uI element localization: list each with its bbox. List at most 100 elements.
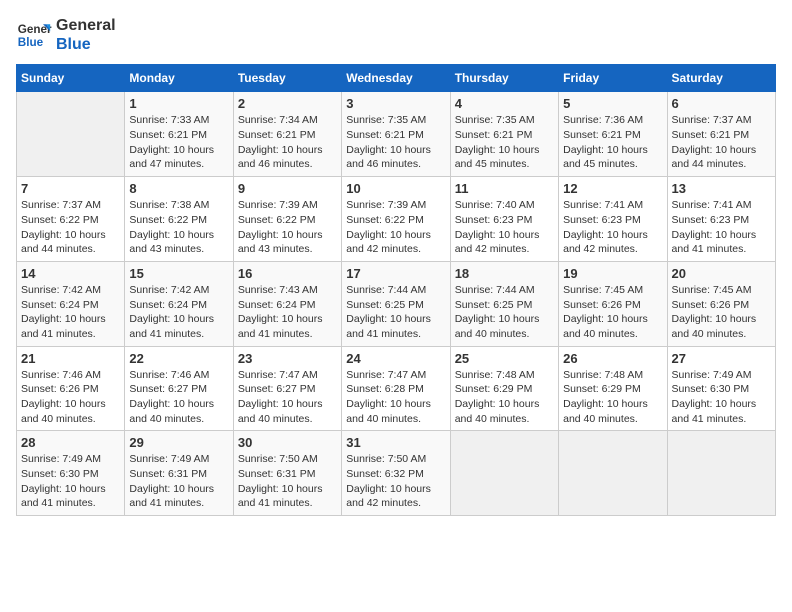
- cell-content: Sunrise: 7:37 AM Sunset: 6:22 PM Dayligh…: [21, 198, 120, 257]
- cell-content: Sunrise: 7:36 AM Sunset: 6:21 PM Dayligh…: [563, 113, 662, 172]
- day-number: 4: [455, 96, 554, 111]
- column-header-wednesday: Wednesday: [342, 65, 450, 92]
- day-number: 25: [455, 351, 554, 366]
- calendar-cell: 1Sunrise: 7:33 AM Sunset: 6:21 PM Daylig…: [125, 92, 233, 177]
- day-number: 10: [346, 181, 445, 196]
- calendar-cell: 14 Sunrise: 7:42 AM Sunset: 6:24 PM Dayli…: [17, 261, 125, 346]
- day-number: 17: [346, 266, 445, 281]
- day-number: 7: [21, 181, 120, 196]
- cell-content: Sunrise: 7:45 AM Sunset: 6:26 PM Dayligh…: [563, 283, 662, 342]
- day-number: 29: [129, 435, 228, 450]
- cell-content: Sunrise: 7:50 AM Sunset: 6:32 PM Dayligh…: [346, 452, 445, 511]
- calendar-cell: 30Sunrise: 7:50 AM Sunset: 6:31 PM Dayli…: [233, 431, 341, 516]
- cell-content: Sunrise: 7:48 AM Sunset: 6:29 PM Dayligh…: [455, 368, 554, 427]
- page-header: General Blue General Blue: [16, 16, 776, 54]
- calendar-cell: 15Sunrise: 7:42 AM Sunset: 6:24 PM Dayli…: [125, 261, 233, 346]
- day-number: 11: [455, 181, 554, 196]
- cell-content: Sunrise: 7:47 AM Sunset: 6:28 PM Dayligh…: [346, 368, 445, 427]
- calendar-cell: 8Sunrise: 7:38 AM Sunset: 6:22 PM Daylig…: [125, 177, 233, 262]
- column-header-friday: Friday: [559, 65, 667, 92]
- cell-content: Sunrise: 7:49 AM Sunset: 6:30 PM Dayligh…: [21, 452, 120, 511]
- calendar-cell: 17 Sunrise: 7:44 AM Sunset: 6:25 PM Dayli…: [342, 261, 450, 346]
- cell-content: Sunrise: 7:41 AM Sunset: 6:23 PM Dayligh…: [563, 198, 662, 257]
- day-number: 26: [563, 351, 662, 366]
- logo-icon: General Blue: [16, 17, 52, 53]
- cell-content: Sunrise: 7:42 AM Sunset: 6:24 PM Dayligh…: [21, 283, 120, 342]
- cell-content: Sunrise: 7:44 AM Sunset: 6:25 PM Dayligh…: [455, 283, 554, 342]
- day-number: 31: [346, 435, 445, 450]
- calendar-cell: 24 Sunrise: 7:47 AM Sunset: 6:28 PM Dayli…: [342, 346, 450, 431]
- calendar-cell: 12 Sunrise: 7:41 AM Sunset: 6:23 PM Dayli…: [559, 177, 667, 262]
- calendar-cell: 16 Sunrise: 7:43 AM Sunset: 6:24 PM Dayli…: [233, 261, 341, 346]
- day-number: 14: [21, 266, 120, 281]
- column-header-thursday: Thursday: [450, 65, 558, 92]
- logo: General Blue General Blue: [16, 16, 116, 54]
- day-number: 2: [238, 96, 337, 111]
- calendar-header-row: SundayMondayTuesdayWednesdayThursdayFrid…: [17, 65, 776, 92]
- day-number: 19: [563, 266, 662, 281]
- cell-content: Sunrise: 7:43 AM Sunset: 6:24 PM Dayligh…: [238, 283, 337, 342]
- calendar-week-2: 7 Sunrise: 7:37 AM Sunset: 6:22 PM Daylig…: [17, 177, 776, 262]
- cell-content: Sunrise: 7:41 AM Sunset: 6:23 PM Dayligh…: [672, 198, 771, 257]
- calendar-cell: 6 Sunrise: 7:37 AM Sunset: 6:21 PM Daylig…: [667, 92, 775, 177]
- day-number: 13: [672, 181, 771, 196]
- calendar-cell: [450, 431, 558, 516]
- cell-content: Sunrise: 7:50 AM Sunset: 6:31 PM Dayligh…: [238, 452, 337, 511]
- calendar-cell: 18 Sunrise: 7:44 AM Sunset: 6:25 PM Dayli…: [450, 261, 558, 346]
- column-header-saturday: Saturday: [667, 65, 775, 92]
- calendar-cell: 26 Sunrise: 7:48 AM Sunset: 6:29 PM Dayli…: [559, 346, 667, 431]
- calendar-cell: 2 Sunrise: 7:34 AM Sunset: 6:21 PM Daylig…: [233, 92, 341, 177]
- cell-content: Sunrise: 7:39 AM Sunset: 6:22 PM Dayligh…: [238, 198, 337, 257]
- day-number: 1: [129, 96, 228, 111]
- day-number: 5: [563, 96, 662, 111]
- calendar-cell: 5 Sunrise: 7:36 AM Sunset: 6:21 PM Daylig…: [559, 92, 667, 177]
- cell-content: Sunrise: 7:46 AM Sunset: 6:26 PM Dayligh…: [21, 368, 120, 427]
- column-header-tuesday: Tuesday: [233, 65, 341, 92]
- calendar-cell: 20Sunrise: 7:45 AM Sunset: 6:26 PM Dayli…: [667, 261, 775, 346]
- calendar-cell: [667, 431, 775, 516]
- column-header-sunday: Sunday: [17, 65, 125, 92]
- calendar-cell: 7 Sunrise: 7:37 AM Sunset: 6:22 PM Daylig…: [17, 177, 125, 262]
- calendar-cell: 11 Sunrise: 7:40 AM Sunset: 6:23 PM Dayli…: [450, 177, 558, 262]
- calendar-week-5: 28 Sunrise: 7:49 AM Sunset: 6:30 PM Dayli…: [17, 431, 776, 516]
- calendar-week-4: 21 Sunrise: 7:46 AM Sunset: 6:26 PM Dayli…: [17, 346, 776, 431]
- calendar-cell: [17, 92, 125, 177]
- day-number: 20: [672, 266, 771, 281]
- cell-content: Sunrise: 7:44 AM Sunset: 6:25 PM Dayligh…: [346, 283, 445, 342]
- day-number: 3: [346, 96, 445, 111]
- cell-content: Sunrise: 7:38 AM Sunset: 6:22 PM Dayligh…: [129, 198, 228, 257]
- cell-content: Sunrise: 7:35 AM Sunset: 6:21 PM Dayligh…: [455, 113, 554, 172]
- cell-content: Sunrise: 7:49 AM Sunset: 6:30 PM Dayligh…: [672, 368, 771, 427]
- day-number: 16: [238, 266, 337, 281]
- cell-content: Sunrise: 7:34 AM Sunset: 6:21 PM Dayligh…: [238, 113, 337, 172]
- cell-content: Sunrise: 7:46 AM Sunset: 6:27 PM Dayligh…: [129, 368, 228, 427]
- calendar-cell: 21 Sunrise: 7:46 AM Sunset: 6:26 PM Dayli…: [17, 346, 125, 431]
- day-number: 24: [346, 351, 445, 366]
- calendar-cell: [559, 431, 667, 516]
- day-number: 27: [672, 351, 771, 366]
- day-number: 23: [238, 351, 337, 366]
- calendar-cell: 4 Sunrise: 7:35 AM Sunset: 6:21 PM Daylig…: [450, 92, 558, 177]
- calendar-cell: 3 Sunrise: 7:35 AM Sunset: 6:21 PM Daylig…: [342, 92, 450, 177]
- cell-content: Sunrise: 7:48 AM Sunset: 6:29 PM Dayligh…: [563, 368, 662, 427]
- calendar-table: SundayMondayTuesdayWednesdayThursdayFrid…: [16, 64, 776, 516]
- calendar-cell: 29Sunrise: 7:49 AM Sunset: 6:31 PM Dayli…: [125, 431, 233, 516]
- day-number: 15: [129, 266, 228, 281]
- day-number: 6: [672, 96, 771, 111]
- calendar-cell: 9 Sunrise: 7:39 AM Sunset: 6:22 PM Daylig…: [233, 177, 341, 262]
- cell-content: Sunrise: 7:35 AM Sunset: 6:21 PM Dayligh…: [346, 113, 445, 172]
- cell-content: Sunrise: 7:40 AM Sunset: 6:23 PM Dayligh…: [455, 198, 554, 257]
- calendar-cell: 25 Sunrise: 7:48 AM Sunset: 6:29 PM Dayli…: [450, 346, 558, 431]
- day-number: 28: [21, 435, 120, 450]
- calendar-week-3: 14 Sunrise: 7:42 AM Sunset: 6:24 PM Dayli…: [17, 261, 776, 346]
- column-header-monday: Monday: [125, 65, 233, 92]
- svg-text:Blue: Blue: [18, 36, 44, 49]
- day-number: 18: [455, 266, 554, 281]
- cell-content: Sunrise: 7:37 AM Sunset: 6:21 PM Dayligh…: [672, 113, 771, 172]
- day-number: 12: [563, 181, 662, 196]
- calendar-cell: 31 Sunrise: 7:50 AM Sunset: 6:32 PM Dayli…: [342, 431, 450, 516]
- day-number: 21: [21, 351, 120, 366]
- day-number: 9: [238, 181, 337, 196]
- cell-content: Sunrise: 7:39 AM Sunset: 6:22 PM Dayligh…: [346, 198, 445, 257]
- calendar-cell: 22Sunrise: 7:46 AM Sunset: 6:27 PM Dayli…: [125, 346, 233, 431]
